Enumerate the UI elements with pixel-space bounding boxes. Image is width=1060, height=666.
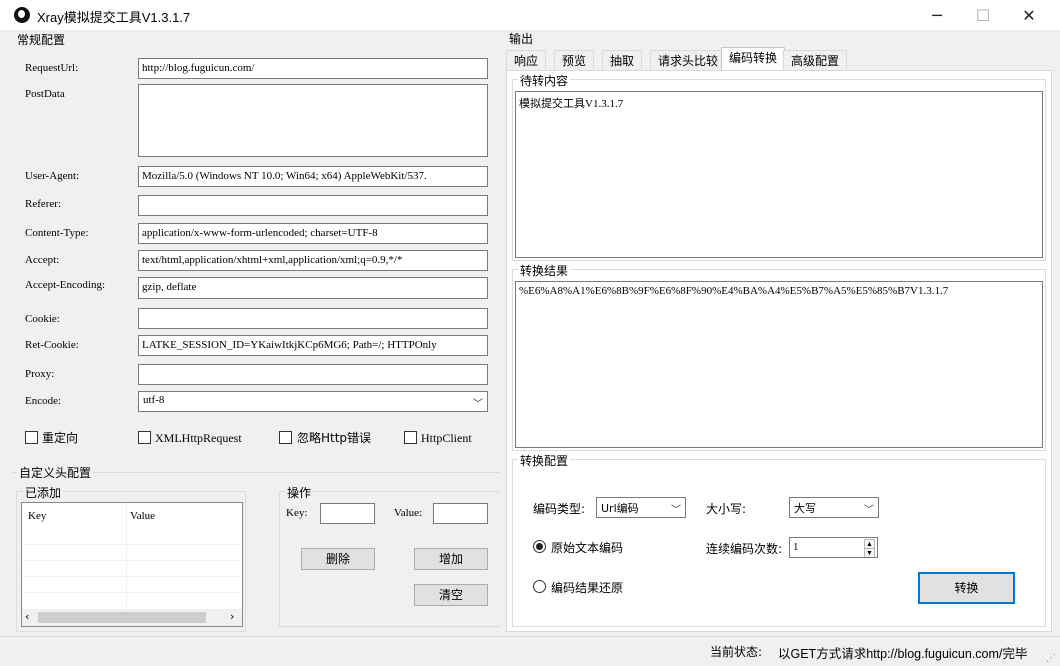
chevron-down-icon: ﹀: [473, 399, 483, 410]
tab-encode-convert[interactable]: 编码转换: [721, 47, 786, 71]
content-type-label: Content-Type:: [25, 227, 89, 239]
value-input[interactable]: [433, 503, 488, 524]
pending-content-title: 待转内容: [518, 72, 571, 89]
maximize-icon[interactable]: ☐: [960, 0, 1006, 30]
accept-encoding-input[interactable]: gzip, deflate: [138, 277, 488, 299]
delete-button[interactable]: 删除: [301, 548, 375, 570]
grid-line: [22, 592, 242, 593]
general-config-title: 常规配置: [15, 31, 68, 48]
app-logo-icon: [14, 7, 30, 23]
key-column-header[interactable]: Key: [28, 510, 46, 522]
xmlhttp-checkbox[interactable]: [138, 431, 151, 444]
title-bar: Xray模拟提交工具V1.3.1.7 ─ ☐ ✕: [0, 0, 1060, 30]
cookie-input[interactable]: [138, 308, 488, 329]
encode-label: Encode:: [25, 395, 62, 407]
chevron-down-icon: ﹀: [671, 505, 681, 516]
added-headers-title: 已添加: [23, 484, 64, 501]
clear-button[interactable]: 清空: [414, 584, 488, 606]
case-value: 大写: [794, 502, 816, 515]
add-button[interactable]: 增加: [414, 548, 488, 570]
pending-content-text: 模拟提交工具V1.3.1.7: [519, 98, 624, 110]
result-title: 转换结果: [518, 262, 571, 279]
grid-line: [22, 560, 242, 561]
minimize-icon[interactable]: ─: [914, 0, 960, 30]
ignore-http-error-checkbox[interactable]: [279, 431, 292, 444]
value-column-header[interactable]: Value: [130, 510, 155, 522]
post-data-textarea[interactable]: [138, 84, 488, 157]
encode-select[interactable]: utf-8 ﹀: [138, 391, 488, 412]
grid-line: [22, 544, 242, 545]
result-text: %E6%A8%A1%E6%8B%9F%E6%8F%90%E4%BA%A4%E5%…: [519, 285, 949, 297]
scroll-left-icon[interactable]: ‹: [25, 610, 29, 623]
xmlhttp-checkbox-label: XMLHttpRequest: [155, 431, 242, 445]
tab-header-compare[interactable]: 请求头比较: [650, 50, 727, 70]
httpclient-checkbox[interactable]: [404, 431, 417, 444]
window-title: Xray模拟提交工具V1.3.1.7: [37, 10, 191, 25]
proxy-label: Proxy:: [25, 368, 55, 380]
cookie-label: Cookie:: [25, 313, 60, 325]
scroll-right-icon[interactable]: ›: [230, 610, 234, 623]
grid-line: [22, 576, 242, 577]
user-agent-label: User-Agent:: [25, 170, 80, 182]
status-bar: 当前状态: 以GET方式请求http://blog.fuguicun.com/完…: [0, 636, 1060, 666]
original-encode-radio[interactable]: [533, 540, 546, 553]
accept-encoding-label: Accept-Encoding:: [25, 279, 106, 291]
ret-cookie-input[interactable]: LATKE_SESSION_ID=YKaiwItkjKCp6MG6; Path=…: [138, 335, 488, 356]
custom-header-title: 自定义头配置: [17, 464, 94, 481]
repeat-count-label: 连续编码次数:: [706, 542, 783, 556]
result-textarea[interactable]: %E6%A8%A1%E6%8B%9F%E6%8F%90%E4%BA%A4%E5%…: [515, 281, 1043, 448]
tab-preview[interactable]: 预览: [554, 50, 595, 70]
chevron-down-icon: ﹀: [864, 505, 874, 516]
key-input[interactable]: [320, 503, 375, 524]
scrollbar-thumb[interactable]: [38, 612, 206, 623]
convert-button[interactable]: 转换: [918, 572, 1015, 604]
tab-extract[interactable]: 抽取: [602, 50, 643, 70]
referer-input[interactable]: [138, 195, 488, 216]
resize-grip-icon[interactable]: ⋰: [1046, 653, 1056, 664]
spin-down-icon[interactable]: ▼: [864, 548, 875, 557]
post-data-label: PostData: [25, 88, 65, 100]
redirect-checkbox[interactable]: [25, 431, 38, 444]
restore-result-radio-label: 编码结果还原: [551, 581, 624, 595]
case-label: 大小写:: [706, 502, 747, 516]
column-divider: [126, 503, 127, 609]
status-label: 当前状态:: [710, 645, 763, 659]
pending-content-textarea[interactable]: 模拟提交工具V1.3.1.7: [515, 91, 1043, 258]
status-text: 以GET方式请求http://blog.fuguicun.com/完毕: [778, 647, 1028, 661]
ignore-http-error-checkbox-label: 忽略Http错误: [297, 431, 372, 445]
encode-type-label: 编码类型:: [533, 502, 586, 516]
request-url-label: RequestUrl:: [25, 62, 79, 74]
request-url-input[interactable]: http://blog.fuguicun.com/: [138, 58, 488, 79]
encode-select-value: utf-8: [143, 394, 165, 406]
horizontal-scrollbar[interactable]: ‹ ›: [22, 609, 242, 626]
close-icon[interactable]: ✕: [1006, 0, 1052, 30]
key-label: Key:: [286, 507, 308, 519]
content-type-input[interactable]: application/x-www-form-urlencoded; chars…: [138, 223, 488, 244]
encode-type-value: Url编码: [601, 502, 639, 515]
operations-title: 操作: [285, 484, 314, 501]
case-select[interactable]: 大写 ﹀: [789, 497, 879, 518]
redirect-checkbox-label: 重定向: [42, 431, 79, 445]
original-encode-radio-label: 原始文本编码: [551, 541, 624, 555]
tab-response[interactable]: 响应: [506, 50, 547, 70]
repeat-count-value: 1: [793, 541, 799, 553]
output-title: 输出: [507, 30, 536, 47]
value-label: Value:: [394, 507, 423, 519]
headers-list[interactable]: Key Value ‹ ›: [21, 502, 243, 627]
httpclient-checkbox-label: HttpClient: [421, 431, 472, 445]
referer-label: Referer:: [25, 198, 62, 210]
ret-cookie-label: Ret-Cookie:: [25, 339, 79, 351]
repeat-count-stepper[interactable]: 1 ▲ ▼: [789, 537, 878, 558]
encode-type-select[interactable]: Url编码 ﹀: [596, 497, 686, 518]
convert-config-title: 转换配置: [518, 452, 571, 469]
restore-result-radio[interactable]: [533, 580, 546, 593]
user-agent-input[interactable]: Mozilla/5.0 (Windows NT 10.0; Win64; x64…: [138, 166, 488, 187]
accept-label: Accept:: [25, 254, 60, 266]
accept-input[interactable]: text/html,application/xhtml+xml,applicat…: [138, 250, 488, 271]
tab-advanced[interactable]: 高级配置: [783, 50, 848, 70]
proxy-input[interactable]: [138, 364, 488, 385]
